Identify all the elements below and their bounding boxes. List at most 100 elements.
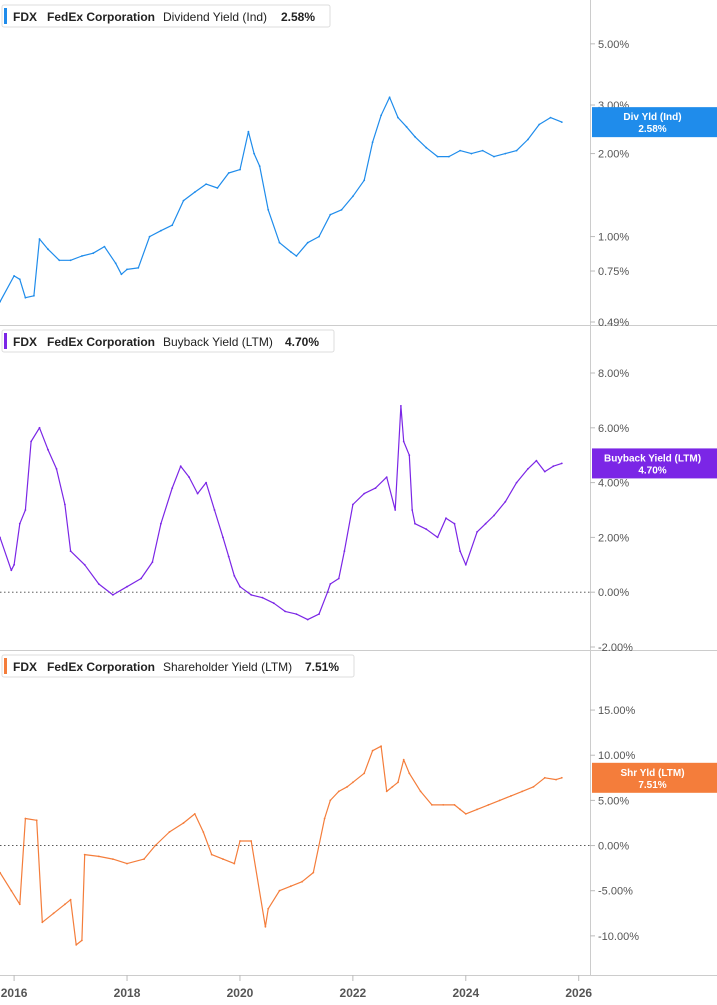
header-metric: Buyback Yield (LTM) [163,335,273,349]
data-point [476,531,478,533]
data-point [10,889,13,892]
data-point [515,149,518,152]
data-point [258,165,261,168]
y-tick-label: 8.00% [598,368,629,380]
data-point [253,152,256,155]
data-point [13,275,16,277]
data-point [278,889,281,892]
data-point [459,149,461,152]
data-point [394,509,397,511]
data-point [289,251,292,253]
data-point [92,252,95,255]
data-point [222,858,224,860]
value-badge: Div Yld (Ind)2.58% [592,107,717,138]
data-point [306,241,309,244]
data-point [543,470,546,473]
data-point [459,808,461,811]
data-point [306,618,309,621]
data-point [301,880,303,883]
data-point [33,294,35,297]
buyback-yield-panel: 8.00% 6.00% 4.00% 2.00% 0.00% -2.00% Buyback … [0,329,717,654]
data-point [543,776,546,779]
data-point [160,229,162,232]
data-point [425,528,428,531]
data-point [103,245,106,248]
data-point [371,141,374,144]
data-point [227,172,230,174]
data-point [295,613,298,615]
badge-label: Buyback Yield (LTM) [604,453,701,464]
data-point [69,259,72,262]
data-point [363,492,366,495]
data-point [267,907,270,910]
data-point [38,238,41,240]
data-point [30,440,32,443]
data-point [391,785,394,788]
data-point [504,152,507,155]
data-point [213,509,216,511]
data-point [151,561,154,563]
data-point [168,831,171,833]
y-tick-label: 0.49% [598,317,629,329]
badge-value: 7.51% [638,780,666,791]
data-point [493,514,495,517]
data-point [64,903,66,906]
data-point [55,468,58,470]
data-point [41,921,44,924]
data-point [179,465,182,468]
data-point [69,898,72,901]
data-point [481,149,484,152]
data-point [346,785,349,788]
header-value: 2.58% [281,10,315,24]
data-point [205,183,208,186]
data-point [498,799,501,802]
panel-header: FDX FedEx Corporation Buyback Yield (LTM… [1,329,335,353]
series-color-swatch [4,333,7,349]
data-point [380,114,382,117]
header-ticker: FDX [13,335,37,349]
data-point [464,813,467,815]
data-point [222,536,224,539]
data-point [343,550,346,552]
header-metric: Shareholder Yield (LTM) [163,660,292,674]
x-axis: 2016 2018 2020 2022 2024 2026 [1,975,592,1000]
value-badge: Shr Yld (LTM)7.51% [592,762,717,793]
data-point [400,405,402,407]
y-tick-label: 0.00% [598,587,629,599]
data-point [267,208,270,211]
data-point [363,179,366,182]
data-point [239,585,241,588]
y-tick-label: 5.00% [598,795,629,807]
data-point [436,155,439,158]
data-point [58,259,61,262]
y-tick-label: 4.00% [598,478,629,490]
data-point [560,776,563,779]
data-point [52,912,55,915]
chart-root: 5.00%3.00%2.00%1.00%0.75%0.49% Div Yld (… [0,0,717,1000]
data-point [560,462,563,465]
data-point [337,790,340,793]
data-point [24,817,27,820]
data-point [97,855,100,858]
x-tick-label: 2024 [452,986,479,1000]
series-color-swatch [4,8,7,24]
data-point [47,448,49,451]
data-point [83,853,86,856]
y-tick-label: 0.00% [598,841,629,853]
data-point [515,481,518,484]
data-point [83,563,86,566]
data-point [329,583,332,585]
data-point [193,191,196,194]
data-point [10,569,13,572]
data-point [114,262,117,265]
data-point [352,503,354,506]
data-point [261,596,264,599]
data-point [35,819,38,822]
header-value: 7.51% [305,660,339,674]
data-point [69,550,72,552]
y-tick-label: -5.00% [598,886,633,898]
data-point [126,585,128,588]
data-point [538,123,541,126]
header-company: FedEx Corporation [47,335,155,349]
data-point [431,804,433,806]
